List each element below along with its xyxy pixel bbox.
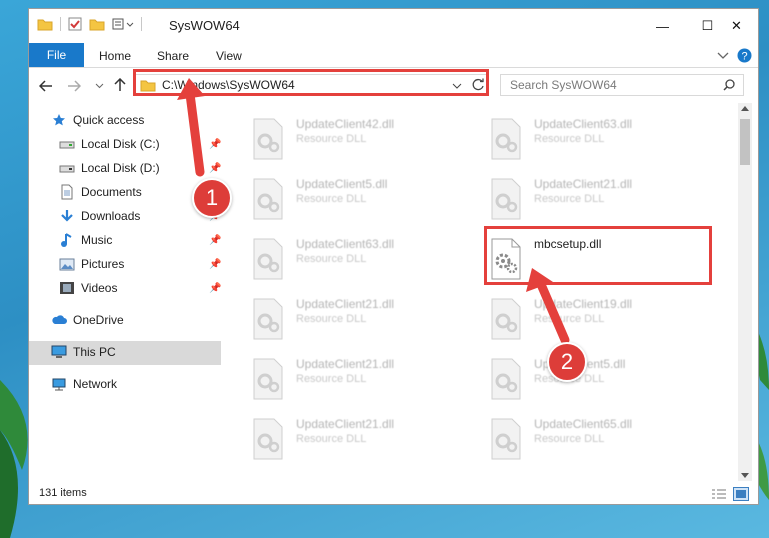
step-2-badge: 2 [547,342,587,382]
annotation-arrows [177,78,570,345]
step-1-badge: 1 [192,178,232,218]
